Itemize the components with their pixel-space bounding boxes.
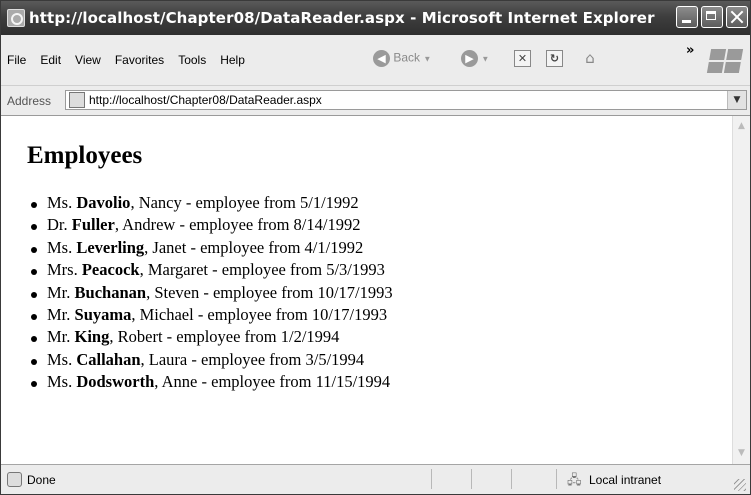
status-divider: [556, 469, 557, 489]
menu-tools[interactable]: Tools: [178, 53, 206, 67]
home-icon[interactable]: ⌂: [581, 49, 599, 67]
forward-button[interactable]: ▶ ▼: [461, 50, 489, 67]
security-zone-label: Local intranet: [589, 473, 662, 487]
employee-first-name: Margaret: [147, 260, 208, 280]
employee-hire-date: 11/15/1994: [315, 372, 391, 392]
page-content: Employees Ms. Davolio, Nancy - employee …: [1, 116, 732, 464]
employee-hire-date: 5/3/1993: [326, 260, 385, 280]
windows-logo-icon: [706, 49, 744, 73]
forward-dropdown-icon: ▼: [481, 54, 490, 64]
employee-hire-date: 4/1/1992: [304, 237, 364, 257]
maximize-button[interactable]: [701, 6, 723, 28]
menu-bar: File Edit View Favorites Tools Help: [7, 53, 259, 67]
menu-help[interactable]: Help: [220, 53, 245, 67]
stop-icon[interactable]: ✕: [514, 50, 531, 67]
title-bar[interactable]: http://localhost/Chapter08/DataReader.as…: [1, 1, 750, 35]
scroll-up-icon[interactable]: ▲: [733, 118, 750, 135]
window-title: http://localhost/Chapter08/DataReader.as…: [29, 9, 655, 27]
address-label: Address: [7, 94, 52, 108]
employee-title: Mr.: [47, 327, 71, 347]
menu-file[interactable]: File: [7, 53, 26, 67]
menu-favorites[interactable]: Favorites: [115, 53, 164, 67]
employee-hire-date: 5/1/1992: [299, 193, 359, 212]
status-page-icon: [7, 472, 22, 487]
address-dropdown-icon[interactable]: ▼: [727, 91, 746, 109]
employee-list-item: Ms. Callahan, Laura - employee from 3/5/…: [29, 349, 393, 371]
back-button[interactable]: ◀ Back ▼: [373, 50, 431, 67]
employee-first-name: Nancy: [138, 193, 182, 212]
minimize-button[interactable]: [676, 6, 698, 28]
ie-app-icon: [7, 9, 25, 27]
refresh-icon[interactable]: ↻: [546, 50, 563, 67]
employee-first-name: Steven: [154, 282, 200, 302]
employee-last-name: Peacock: [81, 260, 140, 280]
employee-title: Ms.: [47, 237, 73, 257]
employee-last-name: Leverling: [76, 237, 145, 257]
status-bar: Done 🖧 Local intranet: [1, 464, 750, 494]
back-label: Back: [393, 50, 421, 65]
employee-list-item: Dr. Fuller, Andrew - employee from 8/14/…: [29, 214, 393, 236]
employee-last-name: Davolio: [76, 193, 131, 212]
employee-last-name: Fuller: [71, 215, 115, 235]
employee-list-item: Ms. Dodsworth, Anne - employee from 11/1…: [29, 371, 393, 393]
employee-list-item: Mrs. Peacock, Margaret - employee from 5…: [29, 259, 393, 281]
employee-first-name: Anne: [161, 372, 198, 392]
employee-hire-date: 10/17/1993: [317, 282, 393, 302]
status-divider: [471, 469, 472, 489]
page-icon: [69, 92, 85, 108]
resize-grip[interactable]: [734, 479, 746, 491]
employee-list: Ms. Davolio, Nancy - employee from 5/1/1…: [29, 192, 393, 394]
status-text: Done: [27, 473, 56, 487]
employee-list-item: Mr. Buchanan, Steven - employee from 10/…: [29, 282, 393, 304]
employee-list-item: Mr. King, Robert - employee from 1/2/199…: [29, 326, 393, 348]
employee-title: Ms.: [47, 372, 73, 392]
toolbar-overflow-chevron[interactable]: »: [686, 43, 694, 58]
page-heading: Employees: [27, 142, 143, 169]
employee-title: Mr.: [47, 282, 71, 302]
employee-last-name: Callahan: [76, 349, 141, 369]
employee-list-item: Ms. Davolio, Nancy - employee from 5/1/1…: [29, 192, 393, 214]
close-button[interactable]: [726, 6, 748, 28]
scroll-down-icon[interactable]: ▼: [733, 445, 750, 462]
employee-first-name: Andrew: [122, 215, 176, 235]
employee-hire-date: 10/17/1993: [311, 304, 388, 324]
address-input[interactable]: http://localhost/Chapter08/DataReader.as…: [65, 90, 747, 110]
employee-last-name: King: [74, 327, 110, 347]
menu-view[interactable]: View: [75, 53, 101, 67]
employee-list-item: Ms. Leverling, Janet - employee from 4/1…: [29, 237, 393, 259]
vertical-scrollbar[interactable]: ▲ ▼: [732, 116, 750, 464]
address-bar: Address http://localhost/Chapter08/DataR…: [1, 86, 750, 116]
employee-first-name: Janet: [152, 237, 187, 257]
employee-hire-date: 3/5/1994: [305, 349, 365, 369]
intranet-zone-icon: 🖧: [567, 473, 582, 488]
employee-first-name: Robert: [117, 327, 163, 347]
address-url[interactable]: http://localhost/Chapter08/DataReader.as…: [89, 93, 322, 107]
employee-first-name: Laura: [148, 349, 188, 369]
employee-title: Mrs.: [47, 260, 78, 280]
back-dropdown-icon: ▼: [423, 54, 432, 64]
employee-title: Dr.: [47, 215, 68, 235]
employee-list-item: Mr. Suyama, Michael - employee from 10/1…: [29, 304, 393, 326]
employee-last-name: Buchanan: [74, 282, 147, 302]
menu-edit[interactable]: Edit: [40, 53, 61, 67]
employee-first-name: Michael: [139, 304, 194, 324]
menu-toolbar-row: File Edit View Favorites Tools Help ◀ Back ▼ …: [1, 35, 750, 86]
browser-window: http://localhost/Chapter08/DataReader.as…: [0, 0, 751, 495]
employee-last-name: Dodsworth: [76, 372, 155, 392]
back-icon: ◀: [373, 50, 390, 67]
employee-last-name: Suyama: [74, 304, 132, 324]
employee-hire-date: 1/2/1994: [280, 327, 340, 347]
employee-title: Ms.: [47, 349, 73, 369]
status-divider: [431, 469, 432, 489]
employee-hire-date: 8/14/1992: [293, 215, 361, 235]
forward-icon: ▶: [461, 50, 478, 67]
employee-title: Ms.: [47, 193, 73, 212]
status-divider: [511, 469, 512, 489]
employee-title: Mr.: [47, 304, 71, 324]
